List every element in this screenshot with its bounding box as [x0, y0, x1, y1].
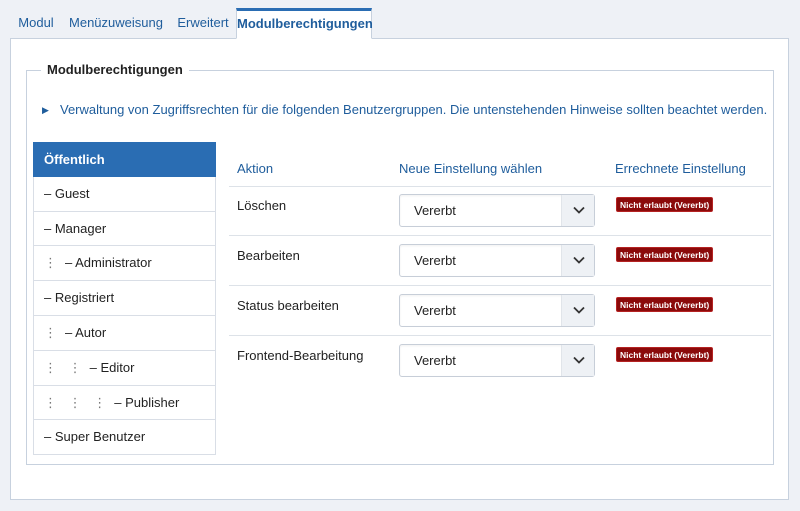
- calculated-badge: Nicht erlaubt (Vererbt): [616, 347, 714, 362]
- action-label: Status bearbeiten: [237, 298, 339, 313]
- group-item-editor[interactable]: ⋮ ⋮ – Editor: [33, 350, 216, 386]
- group-label: – Guest: [44, 185, 90, 201]
- column-header-calculated: Errechnete Einstellung: [615, 161, 746, 176]
- group-label: – Autor: [65, 324, 107, 340]
- indent-dots: ⋮ ⋮: [44, 359, 86, 375]
- chevron-down-icon: [561, 345, 594, 376]
- permissions-info[interactable]: ▶ Verwaltung von Zugriffsrechten für die …: [42, 102, 767, 117]
- calculated-badge: Nicht erlaubt (Vererbt): [616, 247, 714, 262]
- group-item-administrator[interactable]: ⋮ – Administrator: [33, 246, 216, 282]
- group-label: Öffentlich: [44, 152, 105, 167]
- tab-panel: Modulberechtigungen ▶ Verwaltung von Zugr…: [10, 38, 789, 500]
- user-group-list: Öffentlich – Guest – Manager ⋮ – Administ…: [33, 142, 216, 456]
- setting-select[interactable]: Vererbt: [399, 244, 595, 277]
- permission-row: Status bearbeiten Vererbt Nicht erlaubt …: [229, 286, 771, 336]
- setting-select[interactable]: Vererbt: [399, 294, 595, 327]
- select-value: Vererbt: [414, 253, 456, 268]
- select-value: Vererbt: [414, 353, 456, 368]
- group-label: – Publisher: [114, 394, 180, 410]
- permissions-fieldset: Modulberechtigungen ▶ Verwaltung von Zugr…: [26, 62, 774, 465]
- group-item-super-benutzer[interactable]: – Super Benutzer: [33, 420, 216, 456]
- action-label: Bearbeiten: [237, 248, 300, 263]
- group-label: – Super Benutzer: [44, 429, 146, 445]
- setting-select[interactable]: Vererbt: [399, 194, 595, 227]
- tab-modul[interactable]: Modul: [10, 9, 62, 38]
- group-label: – Administrator: [65, 255, 152, 271]
- calculated-badge: Nicht erlaubt (Vererbt): [616, 197, 714, 212]
- tab-erweitert[interactable]: Erweitert: [170, 9, 236, 38]
- group-item-manager[interactable]: – Manager: [33, 211, 216, 247]
- column-header-action: Aktion: [237, 161, 274, 176]
- action-label: Frontend-Bearbeitung: [237, 348, 364, 363]
- group-label: – Registriert: [44, 290, 115, 306]
- column-header-new-setting: Neue Einstellung wählen: [399, 161, 543, 176]
- group-item-registriert[interactable]: – Registriert: [33, 281, 216, 316]
- group-item-oeffentlich[interactable]: Öffentlich: [33, 142, 216, 177]
- tab-modulberechtigungen[interactable]: Modulberechtigungen: [236, 8, 373, 39]
- chevron-down-icon: [561, 195, 594, 226]
- chevron-down-icon: [561, 295, 594, 326]
- group-label: – Manager: [44, 220, 107, 236]
- permission-row: Bearbeiten Vererbt Nicht erlaubt (Vererb…: [229, 236, 771, 286]
- select-value: Vererbt: [414, 203, 456, 218]
- indent-dots: ⋮: [44, 324, 61, 340]
- permission-row: Frontend-Bearbeitung Vererbt Nicht erlau…: [229, 336, 771, 386]
- indent-dots: ⋮: [44, 255, 61, 271]
- action-label: Löschen: [237, 198, 287, 213]
- select-value: Vererbt: [414, 303, 456, 318]
- fieldset-legend: Modulberechtigungen: [41, 62, 189, 77]
- permission-row: Löschen Vererbt Nicht erlaubt (Vererbt): [229, 186, 771, 236]
- info-text: Verwaltung von Zugriffsrechten für die f…: [60, 102, 768, 117]
- setting-select[interactable]: Vererbt: [399, 344, 595, 377]
- caret-right-icon: ▶: [42, 105, 49, 115]
- group-item-publisher[interactable]: ⋮ ⋮ ⋮ – Publisher: [33, 385, 216, 421]
- tab-menuezuweisung[interactable]: Menüzuweisung: [62, 9, 170, 38]
- tab-bar: Modul Menüzuweisung Erweitert Modulberec…: [0, 0, 800, 39]
- group-item-guest[interactable]: – Guest: [33, 176, 216, 212]
- calculated-badge: Nicht erlaubt (Vererbt): [616, 297, 714, 312]
- group-item-autor[interactable]: ⋮ – Autor: [33, 315, 216, 351]
- indent-dots: ⋮ ⋮ ⋮: [44, 394, 111, 410]
- group-label: – Editor: [89, 359, 135, 375]
- chevron-down-icon: [561, 245, 594, 276]
